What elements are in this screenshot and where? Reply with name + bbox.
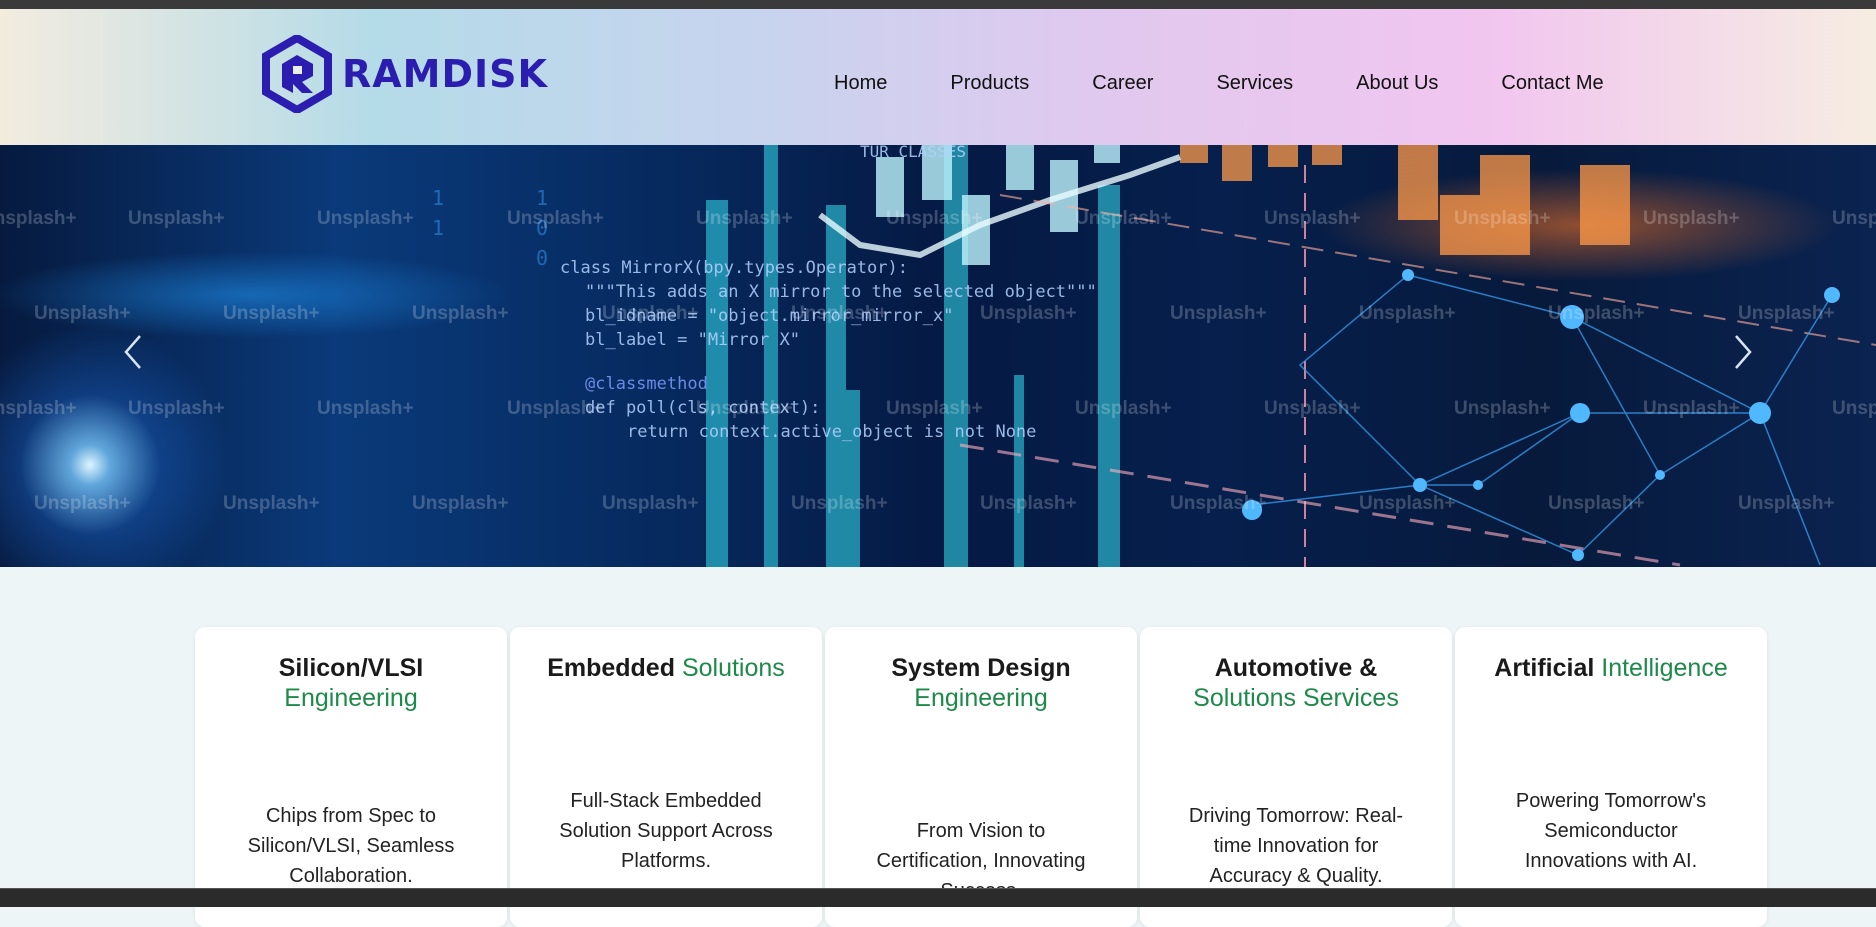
card-description: Full-Stack Embedded Solution Support Acr… <box>559 790 773 872</box>
hero-banner-text: TUR CLASSES <box>860 145 966 161</box>
watermark: Unsplash+ <box>1548 493 1645 514</box>
svg-text:class MirrorX(bpy.types.Operat: class MirrorX(bpy.types.Operator): <box>560 258 908 278</box>
service-cards: Silicon/VLSI Engineering Chips from Spec… <box>195 627 1770 927</box>
brand-name: RAMDISK <box>342 52 548 96</box>
card-title: Artificial Intelligence <box>1494 654 1728 682</box>
browser-top-strip <box>0 0 1876 9</box>
watermark: Unsplash+ <box>1832 208 1876 229</box>
watermark: Unsplash+ <box>602 303 699 324</box>
watermark: Unsplash+ <box>1170 493 1267 514</box>
watermark: Unsplash+ <box>223 493 320 514</box>
watermark: Unsplash+ <box>980 303 1077 324</box>
card-silicon-vlsi[interactable]: Silicon/VLSI Engineering Chips from Spec… <box>195 627 507 927</box>
nav-career[interactable]: Career <box>1092 65 1153 101</box>
svg-text:bl_label = "Mirror X": bl_label = "Mirror X" <box>585 330 800 350</box>
watermark: Unsplash+ <box>128 208 225 229</box>
card-title: Silicon/VLSI Engineering <box>278 654 424 712</box>
watermark: Unsplash+ <box>1738 493 1835 514</box>
nav-contact-me[interactable]: Contact Me <box>1501 65 1603 101</box>
card-title: Automotive & Solutions Services <box>1193 654 1399 712</box>
watermark: Unsplash+ <box>1075 208 1172 229</box>
card-description: Driving Tomorrow: Real-time Innovation f… <box>1188 805 1404 887</box>
hero-carousel: TUR CLASSES class MirrorX(bpy.types.Oper… <box>0 145 1876 567</box>
watermark: Unsplash+ <box>791 493 888 514</box>
watermark: Unsplash+ <box>0 398 77 419</box>
svg-text:1: 1 <box>432 216 444 240</box>
card-automotive[interactable]: Automotive & Solutions Services Driving … <box>1140 627 1452 927</box>
svg-text:1: 1 <box>432 186 444 210</box>
card-title: System Design Engineering <box>891 654 1071 712</box>
watermark: Unsplash+ <box>1832 398 1876 419</box>
watermark: Unsplash+ <box>223 303 320 324</box>
carousel-next-button[interactable] <box>1722 322 1762 382</box>
watermark: Unsplash+ <box>1170 303 1267 324</box>
nav-about-us[interactable]: About Us <box>1356 65 1438 101</box>
svg-text:@classmethod: @classmethod <box>585 374 708 394</box>
watermark: Unsplash+ <box>886 208 983 229</box>
watermark: Unsplash+ <box>1643 208 1740 229</box>
svg-text:0: 0 <box>536 246 548 270</box>
watermark: Unsplash+ <box>507 208 604 229</box>
nav-products[interactable]: Products <box>950 65 1029 101</box>
watermark: Unsplash+ <box>1264 398 1361 419</box>
os-taskbar <box>0 888 1876 907</box>
chevron-right-icon <box>1735 335 1752 369</box>
site-header: RAMDISK Home Products Career Services Ab… <box>0 9 1876 145</box>
nav-services[interactable]: Services <box>1216 65 1293 101</box>
watermark: Unsplash+ <box>980 493 1077 514</box>
card-embedded-solutions[interactable]: Embedded Solutions Full-Stack Embedded S… <box>510 627 822 927</box>
watermark: Unsplash+ <box>34 493 131 514</box>
watermark: Unsplash+ <box>886 398 983 419</box>
watermark: Unsplash+ <box>696 398 793 419</box>
watermark: Unsplash+ <box>1075 398 1172 419</box>
watermark: Unsplash+ <box>602 493 699 514</box>
watermark: Unsplash+ <box>317 398 414 419</box>
watermark: Unsplash+ <box>507 398 604 419</box>
watermark: Unsplash+ <box>1548 303 1645 324</box>
svg-text:return context.active_object i: return context.active_object is not None <box>627 422 1036 442</box>
watermark: Unsplash+ <box>317 208 414 229</box>
watermark: Unsplash+ <box>791 303 888 324</box>
chevron-left-icon <box>124 335 141 369</box>
watermark: Unsplash+ <box>1454 208 1551 229</box>
nav-home[interactable]: Home <box>834 65 887 101</box>
svg-text:1: 1 <box>536 186 548 210</box>
carousel-prev-button[interactable] <box>114 322 154 382</box>
brand-logo[interactable]: RAMDISK <box>262 32 548 116</box>
watermark: Unsplash+ <box>412 303 509 324</box>
watermark: Unsplash+ <box>1359 493 1456 514</box>
watermark: Unsplash+ <box>1454 398 1551 419</box>
main-nav: Home Products Career Services About Us C… <box>834 65 1604 101</box>
watermark: Unsplash+ <box>412 493 509 514</box>
watermark: Unsplash+ <box>128 398 225 419</box>
watermark: Unsplash+ <box>0 208 77 229</box>
watermark: Unsplash+ <box>1643 398 1740 419</box>
watermark: Unsplash+ <box>1264 208 1361 229</box>
svg-text:"""This adds an X mirror to th: """This adds an X mirror to the selected… <box>585 282 1097 302</box>
ramdisk-logo-icon <box>262 35 332 113</box>
watermark: Unsplash+ <box>696 208 793 229</box>
card-description: Powering Tomorrow's Semiconductor Innova… <box>1515 790 1707 872</box>
card-description: Chips from Spec to Silicon/VLSI, Seamles… <box>247 805 455 887</box>
card-system-design[interactable]: System Design Engineering From Vision to… <box>825 627 1137 927</box>
watermark: Unsplash+ <box>1359 303 1456 324</box>
card-title: Embedded Solutions <box>547 654 785 682</box>
card-artificial-intelligence[interactable]: Artificial Intelligence Powering Tomorro… <box>1455 627 1767 927</box>
